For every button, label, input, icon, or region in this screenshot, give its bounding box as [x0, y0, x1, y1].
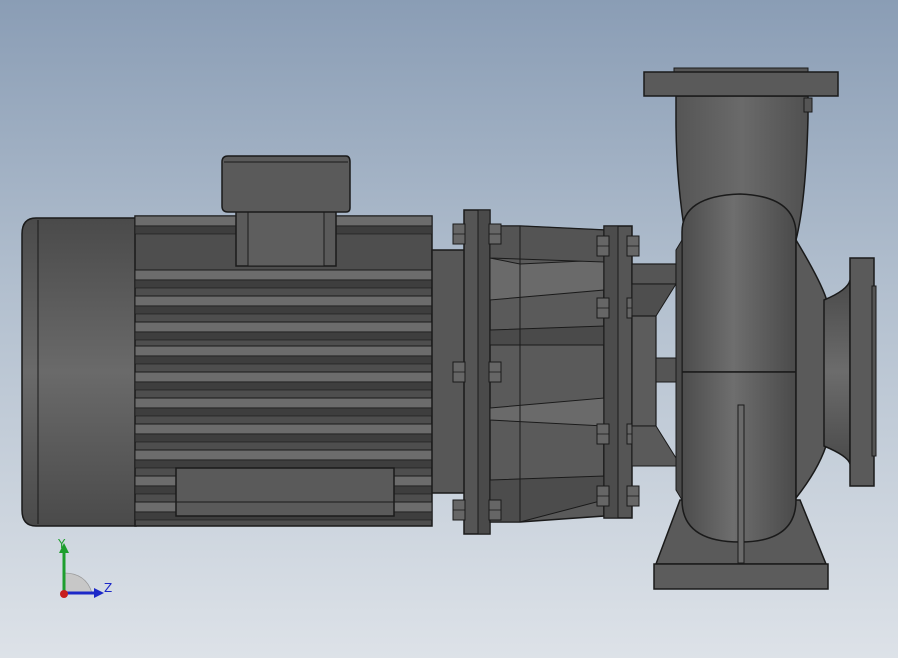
bracket-flange-left — [463, 209, 491, 535]
bracket-flange-right — [603, 225, 633, 519]
z-axis-arrowhead — [94, 588, 104, 598]
z-axis-label: Z — [104, 581, 112, 595]
y-axis-label: Y — [57, 537, 66, 551]
x-axis-dot — [60, 590, 68, 598]
coordinate-triad: Y Z — [40, 535, 120, 610]
seal-housing — [631, 263, 677, 467]
lantern-bracket — [489, 225, 605, 523]
motor-end-cap — [21, 217, 137, 527]
terminal-box — [221, 155, 351, 267]
discharge-flange — [643, 67, 839, 97]
graphics-viewport[interactable]: Y Z — [0, 0, 898, 658]
motor-nameplate — [175, 467, 395, 517]
triad-plane-indicator — [63, 572, 93, 594]
pump-model[interactable] — [0, 0, 898, 658]
suction-inlet — [823, 257, 877, 487]
